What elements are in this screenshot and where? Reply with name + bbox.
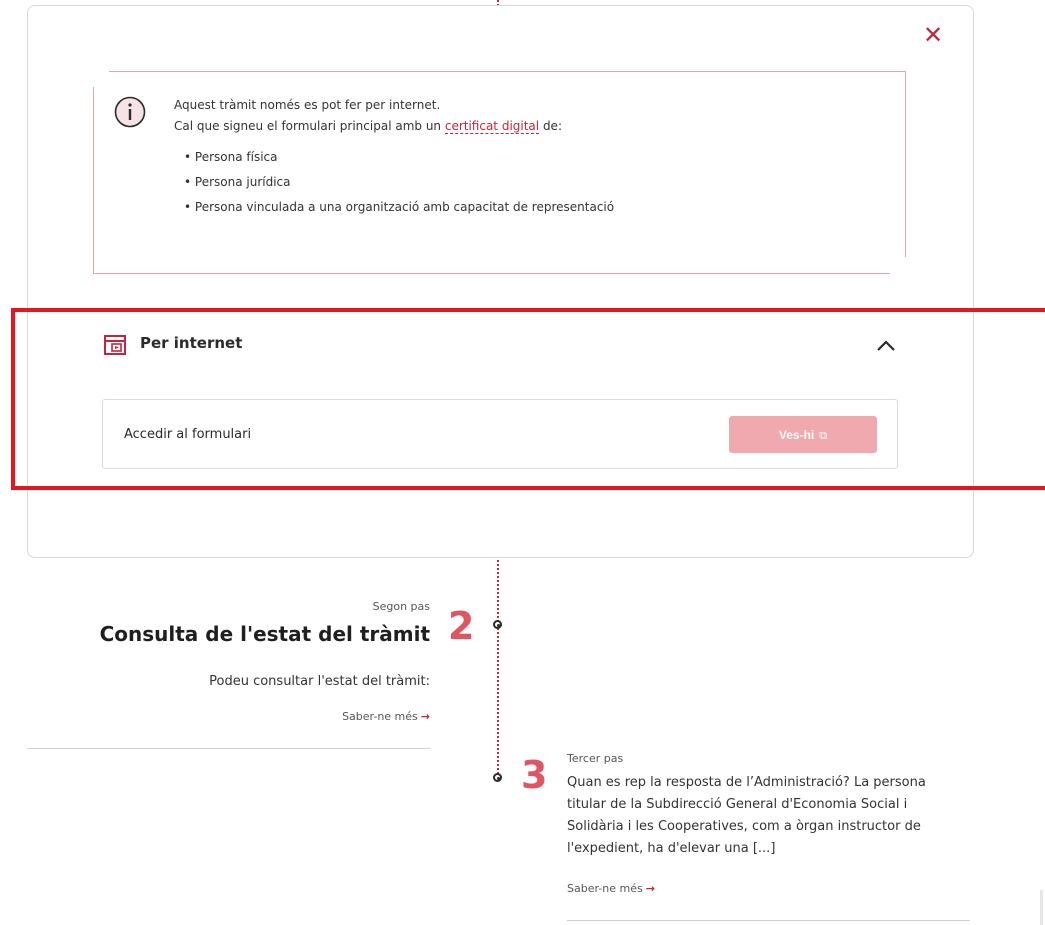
list-item: Persona física <box>184 145 614 170</box>
list-item: Persona vinculada a una organització amb… <box>184 195 614 220</box>
step-2-divider <box>27 748 430 749</box>
notice-border-top <box>109 71 906 72</box>
access-form-label: Accedir al formulari <box>124 427 252 442</box>
step-3: Tercer pas Quan es rep la resposta de l’… <box>567 752 971 922</box>
chevron-up-icon[interactable] <box>874 336 898 354</box>
step-2: Segon pas Consulta de l'estat del tràmit… <box>27 600 430 750</box>
notice-text: Aquest tràmit només es pot fer per inter… <box>174 95 614 220</box>
browser-window-icon <box>104 335 126 355</box>
timeline-dot-step2 <box>493 620 502 629</box>
info-notice: Aquest tràmit només es pot fer per inter… <box>93 71 907 274</box>
external-link-icon: ⧉ <box>819 430 828 442</box>
step-2-number: 2 <box>448 604 475 648</box>
notice-line-2: Cal que signeu el formulari principal am… <box>174 116 614 137</box>
certificate-type-list: Persona física Persona jurídica Persona … <box>174 145 614 220</box>
notice-border-bottom <box>93 273 890 274</box>
go-button[interactable]: Ves-hi ⧉ <box>729 416 877 453</box>
step-2-title: Consulta de l'estat del tràmit <box>99 622 430 646</box>
close-icon[interactable]: ✕ <box>920 22 946 48</box>
notice-border-right <box>905 71 906 257</box>
info-icon <box>114 96 146 128</box>
list-item: Persona jurídica <box>184 170 614 195</box>
arrow-right-icon: → <box>645 882 655 895</box>
step-2-more-label: Saber-ne més <box>342 710 418 723</box>
arrow-right-icon: → <box>420 710 430 723</box>
step-3-more-link[interactable]: Saber-ne més → <box>567 882 655 895</box>
online-section-header[interactable]: Per internet <box>104 332 899 358</box>
online-section-title: Per internet <box>140 334 243 352</box>
notice-line-1: Aquest tràmit només es pot fer per inter… <box>174 98 441 112</box>
step-3-description: Quan es rep la resposta de l’Administrac… <box>567 775 926 856</box>
notice-border-left <box>93 87 94 273</box>
timeline-dot-step3 <box>493 773 502 782</box>
step-2-description: Podeu consultar l'estat del tràmit: <box>209 674 430 689</box>
go-button-label: Ves-hi <box>778 428 815 442</box>
scrollbar-edge <box>1040 890 1043 925</box>
step-2-caption: Segon pas <box>372 600 430 613</box>
step-3-number: 3 <box>521 753 548 797</box>
access-form-row: Accedir al formulari Ves-hi ⧉ <box>102 399 898 469</box>
notice-line-2-end: de: <box>539 119 562 133</box>
notice-line-2-start: Cal que signeu el formulari principal am… <box>174 119 445 133</box>
step-3-more-label: Saber-ne més <box>567 882 643 895</box>
step-3-divider <box>567 920 970 921</box>
step-3-caption: Tercer pas <box>567 752 624 765</box>
step-2-more-link[interactable]: Saber-ne més → <box>342 710 430 723</box>
digital-certificate-link[interactable]: certificat digital <box>444 119 540 134</box>
